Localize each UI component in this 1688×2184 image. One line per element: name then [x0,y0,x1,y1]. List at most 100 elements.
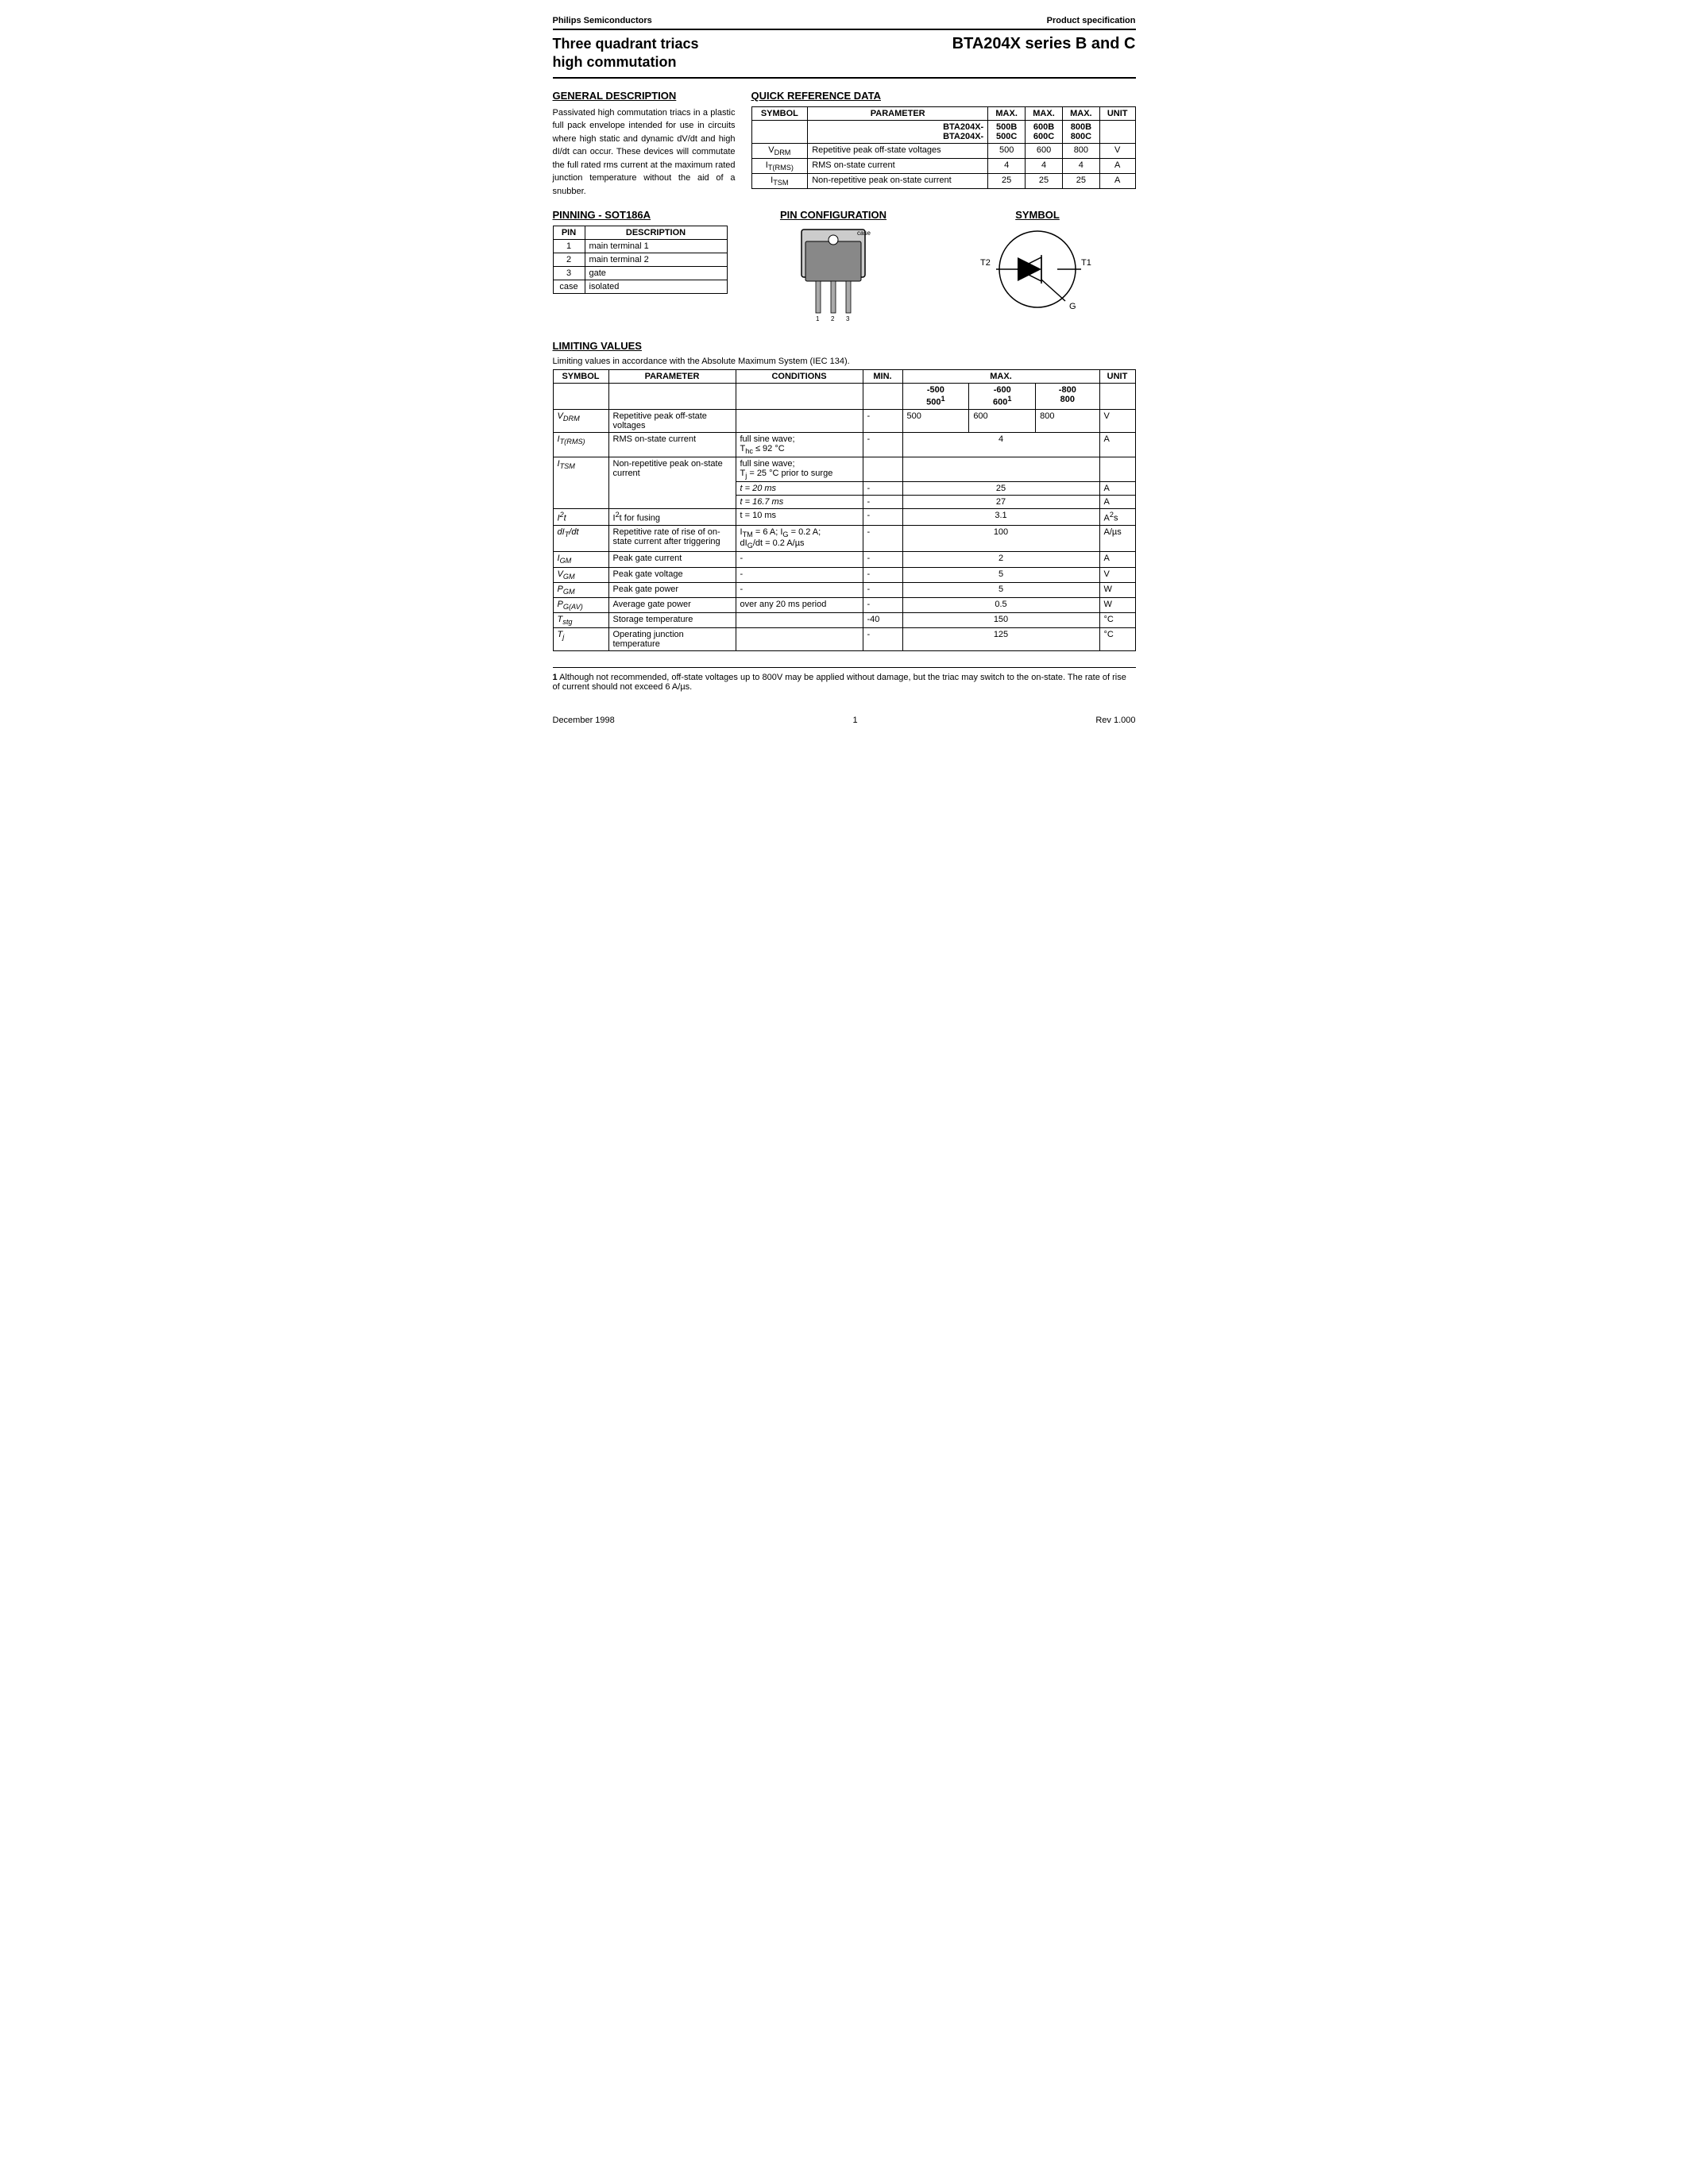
lv-itsm-symbol: ITSM [553,457,608,509]
lv-igm-min: - [863,552,902,567]
lv-tstg-min: -40 [863,613,902,628]
lv-vgm-min: - [863,567,902,582]
qrd-itsm-500: 25 [988,174,1026,189]
lv-itsm-cond2: t = 20 ms [736,482,863,496]
lv-vdrm-param: Repetitive peak off-state voltages [608,409,736,432]
lv-itrms-max: 4 [902,432,1099,457]
symbol-heading: SYMBOL [940,209,1136,221]
lv-i2t-min: - [863,509,902,526]
lv-col-unit: UNIT [1099,370,1135,384]
qrd-itsm-symbol: ITSM [751,174,808,189]
lv-itsm-max1 [902,457,1099,482]
qrd-col-symbol: SYMBOL [751,106,808,120]
qrd-itrms-500: 4 [988,158,1026,173]
qrd-col-max1: MAX. [988,106,1026,120]
qrd-sub-600: 600B600C [1026,120,1063,143]
gen-desc-heading: GENERAL DESCRIPTION [553,90,736,102]
svg-text:case: case [857,230,871,237]
qrd-col-max2: MAX. [1026,106,1063,120]
lv-sub-800: -800800 [1036,384,1099,410]
lv-itsm-unit1 [1099,457,1135,482]
lv-itsm-cond3: t = 16.7 ms [736,496,863,509]
title-left: Three quadrant triacs high commutation [553,35,699,72]
lv-sub-empty5 [1099,384,1135,410]
svg-text:2: 2 [831,315,835,322]
lv-igm-cond: - [736,552,863,567]
lv-sub-empty1 [553,384,608,410]
lv-tstg-cond [736,613,863,628]
pin-config-col: PIN CONFIGURATION case 1 2 3 [736,209,932,329]
pin-desc-case: isolated [585,280,727,294]
lv-i2t-symbol: I2t [553,509,608,526]
footer-date: December 1998 [553,716,615,725]
qrd-vdrm-500: 500 [988,143,1026,158]
lv-pgm-param: Peak gate power [608,582,736,597]
qrd-vdrm-unit: V [1099,143,1135,158]
company-name: Philips Semiconductors [553,16,652,25]
table-row: IT(RMS) RMS on-state current 4 4 4 A [751,158,1135,173]
pin-num-case: case [553,280,585,294]
lv-itsm-unit3: A [1099,496,1135,509]
title-line1: Three quadrant triacs [553,35,699,53]
limiting-values-section: LIMITING VALUES Limiting values in accor… [553,340,1136,651]
lv-pgav-max: 0.5 [902,597,1099,612]
qrd-vdrm-600: 600 [1026,143,1063,158]
qrd-itrms-800: 4 [1062,158,1099,173]
lv-pgav-min: - [863,597,902,612]
symbol-col: SYMBOL T2 T1 G [940,209,1136,329]
lv-itrms-param: RMS on-state current [608,432,736,457]
lv-didt-unit: A/µs [1099,525,1135,551]
quick-ref-table: SYMBOL PARAMETER MAX. MAX. MAX. UNIT BTA… [751,106,1136,190]
lv-pgav-symbol: PG(AV) [553,597,608,612]
table-row: PG(AV) Average gate power over any 20 ms… [553,597,1135,612]
lv-itsm-min2: - [863,482,902,496]
qrd-vdrm-param: Repetitive peak off-state voltages [808,143,988,158]
qrd-col-parameter: PARAMETER [808,106,988,120]
footer-page: 1 [853,716,858,725]
lv-tj-cond [736,628,863,651]
lv-itrms-symbol: IT(RMS) [553,432,608,457]
lv-pgm-unit: W [1099,582,1135,597]
pin-num-1: 1 [553,240,585,253]
lv-sub-empty3 [736,384,863,410]
table-row: I2t I2t for fusing t = 10 ms - 3.1 A2s [553,509,1135,526]
lv-igm-param: Peak gate current [608,552,736,567]
footnote-number: 1 [553,673,558,682]
svg-text:G: G [1069,302,1076,311]
lv-tstg-max: 150 [902,613,1099,628]
qrd-itsm-800: 25 [1062,174,1099,189]
qrd-heading: QUICK REFERENCE DATA [751,90,1136,102]
footer-rev: Rev 1.000 [1095,716,1135,725]
table-row: Tj Operating junction temperature - 125 … [553,628,1135,651]
lv-itrms-min: - [863,432,902,457]
gen-desc-text: Passivated high commutation triacs in a … [553,106,736,199]
lv-itsm-max2: 25 [902,482,1099,496]
table-row: 3 gate [553,267,727,280]
qrd-sub-part: BTA204X-BTA204X- [808,120,988,143]
general-description-col: GENERAL DESCRIPTION Passivated high comm… [553,90,736,199]
pin-col-desc: DESCRIPTION [585,226,727,240]
lv-vdrm-unit: V [1099,409,1135,432]
lv-pgav-cond: over any 20 ms period [736,597,863,612]
quick-reference-col: QUICK REFERENCE DATA SYMBOL PARAMETER MA… [751,90,1136,199]
lv-i2t-cond: t = 10 ms [736,509,863,526]
lv-itsm-min1 [863,457,902,482]
lv-igm-max: 2 [902,552,1099,567]
lv-didt-max: 100 [902,525,1099,551]
lv-pgm-max: 5 [902,582,1099,597]
table-row: 1 main terminal 1 [553,240,727,253]
lv-pgav-param: Average gate power [608,597,736,612]
lv-sub-empty2 [608,384,736,410]
qrd-sub-empty2 [1099,120,1135,143]
qrd-sub-500: 500B500C [988,120,1026,143]
table-row: PGM Peak gate power - - 5 W [553,582,1135,597]
pin-desc-2: main terminal 2 [585,253,727,267]
pin-col-pin: PIN [553,226,585,240]
qrd-itrms-symbol: IT(RMS) [751,158,808,173]
qrd-sub-empty1 [751,120,808,143]
qrd-itsm-param: Non-repetitive peak on-state current [808,174,988,189]
table-row: VDRM Repetitive peak off-state voltages … [553,409,1135,432]
table-row: IT(RMS) RMS on-state current full sine w… [553,432,1135,457]
svg-text:1: 1 [816,315,820,322]
pin-config-heading: PIN CONFIGURATION [736,209,932,221]
